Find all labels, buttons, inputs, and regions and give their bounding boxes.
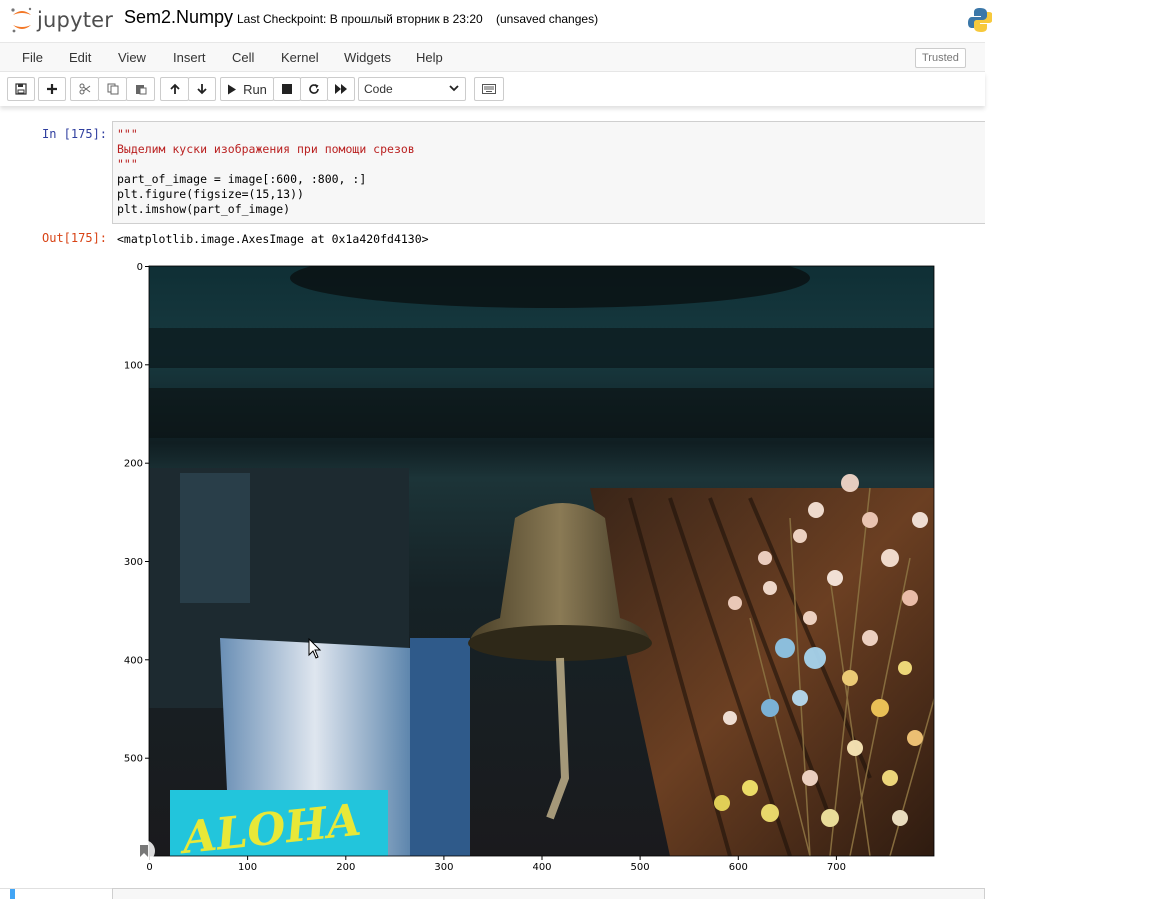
menubar: File Edit View Insert Cell Kernel Widget… bbox=[0, 42, 985, 72]
notebook-title[interactable]: Sem2.Numpy bbox=[124, 7, 233, 28]
python-kernel-icon bbox=[968, 8, 992, 32]
refresh-icon bbox=[309, 84, 319, 94]
command-palette-button[interactable] bbox=[474, 77, 504, 101]
code-line: Выделим куски изображения при помощи сре… bbox=[117, 142, 415, 156]
x-axis: 0 100 200 300 400 500 600 700 bbox=[146, 856, 846, 873]
selected-cell-indicator bbox=[10, 889, 15, 899]
trusted-indicator[interactable]: Trusted bbox=[915, 48, 966, 68]
bookmark-button[interactable] bbox=[133, 840, 155, 862]
menu-widgets[interactable]: Widgets bbox=[344, 50, 391, 65]
x-tick-label: 600 bbox=[729, 862, 748, 873]
input-prompt: In [175]: bbox=[42, 127, 108, 141]
logo-text: jupyter bbox=[37, 8, 114, 32]
imshow-plot: ALOHA 0 100 200 300 400 500 600 700 0 10… bbox=[124, 262, 935, 873]
code-line: """ bbox=[117, 127, 138, 141]
x-tick-label: 700 bbox=[827, 862, 846, 873]
arrow-down-icon bbox=[197, 84, 207, 95]
interrupt-button[interactable] bbox=[273, 77, 301, 101]
scissors-icon bbox=[79, 83, 90, 95]
x-tick-label: 500 bbox=[631, 862, 650, 873]
menu-cell[interactable]: Cell bbox=[232, 50, 254, 65]
code-line: part_of_image = image[:600, :800, :] bbox=[117, 172, 367, 186]
mouse-cursor-icon bbox=[308, 638, 322, 659]
code-line: plt.imshow(part_of_image) bbox=[117, 202, 291, 216]
output-prompt: Out[175]: bbox=[42, 231, 108, 245]
stop-icon bbox=[282, 84, 292, 94]
x-tick-label: 0 bbox=[146, 862, 152, 873]
fast-forward-icon bbox=[335, 84, 347, 94]
save-icon bbox=[15, 83, 27, 95]
menu-kernel[interactable]: Kernel bbox=[281, 50, 319, 65]
move-up-button[interactable] bbox=[160, 77, 189, 101]
y-tick-label: 100 bbox=[124, 360, 143, 371]
move-down-button[interactable] bbox=[188, 77, 216, 101]
code-line: plt.figure(figsize=(15,13)) bbox=[117, 187, 304, 201]
restart-run-all-button[interactable] bbox=[327, 77, 355, 101]
next-code-cell[interactable] bbox=[112, 888, 985, 899]
paste-button[interactable] bbox=[126, 77, 155, 101]
copy-icon bbox=[107, 83, 118, 95]
x-tick-label: 300 bbox=[434, 862, 453, 873]
bookmark-icon bbox=[140, 845, 148, 857]
notebook-header: jupyter Sem2.Numpy Last Checkpoint: В пр… bbox=[0, 0, 992, 42]
save-status: (unsaved changes) bbox=[496, 12, 599, 26]
x-tick-label: 200 bbox=[336, 862, 355, 873]
toolbar: Run Code bbox=[0, 72, 985, 106]
chevron-down-icon bbox=[449, 85, 459, 92]
plus-icon bbox=[47, 84, 57, 94]
insert-cell-button[interactable] bbox=[38, 77, 66, 101]
copy-button[interactable] bbox=[98, 77, 127, 101]
menu-help[interactable]: Help bbox=[416, 50, 443, 65]
save-button[interactable] bbox=[7, 77, 35, 101]
code-editor[interactable]: """ Выделим куски изображения при помощи… bbox=[117, 127, 415, 217]
keyboard-icon bbox=[482, 84, 496, 94]
cell-type-value: Code bbox=[364, 82, 393, 96]
menu-edit[interactable]: Edit bbox=[69, 50, 91, 65]
y-tick-label: 200 bbox=[124, 459, 143, 470]
menu-file[interactable]: File bbox=[22, 50, 43, 65]
play-icon bbox=[228, 84, 237, 94]
y-tick-label: 500 bbox=[124, 754, 143, 765]
output-text: <matplotlib.image.AxesImage at 0x1a420fd… bbox=[117, 232, 429, 246]
cell-type-select[interactable]: Code bbox=[358, 77, 466, 101]
y-axis: 0 100 200 300 400 500 bbox=[124, 262, 149, 765]
arrow-up-icon bbox=[169, 83, 180, 94]
x-tick-label: 400 bbox=[532, 862, 551, 873]
run-label: Run bbox=[243, 81, 267, 97]
image-content: ALOHA bbox=[149, 266, 934, 856]
cut-button[interactable] bbox=[70, 77, 99, 101]
checkpoint-status: Last Checkpoint: В прошлый вторник в 23:… bbox=[237, 12, 483, 26]
y-tick-label: 0 bbox=[137, 262, 143, 273]
code-line: """ bbox=[117, 157, 138, 171]
y-tick-label: 300 bbox=[124, 557, 143, 568]
y-tick-label: 400 bbox=[124, 655, 143, 666]
jupyter-icon bbox=[11, 7, 32, 33]
x-tick-label: 100 bbox=[238, 862, 257, 873]
run-button[interactable]: Run bbox=[220, 77, 274, 101]
restart-button[interactable] bbox=[300, 77, 328, 101]
jupyter-logo[interactable]: jupyter bbox=[10, 6, 113, 34]
paste-icon bbox=[135, 85, 146, 95]
menu-view[interactable]: View bbox=[118, 50, 146, 65]
menu-insert[interactable]: Insert bbox=[173, 50, 206, 65]
